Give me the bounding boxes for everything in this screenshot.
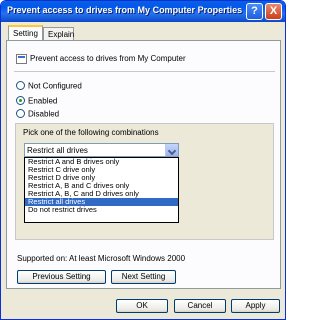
tab-explain-label: Explain bbox=[48, 30, 75, 39]
tab-setting-label: Setting bbox=[13, 29, 38, 38]
policy-icon bbox=[16, 54, 27, 64]
combinations-dropdown-list: Restrict A and B drives only Restrict C … bbox=[24, 157, 179, 223]
radio-enabled[interactable]: Enabled bbox=[16, 96, 58, 106]
chevron-down-icon[interactable] bbox=[165, 144, 178, 156]
dropdown-option[interactable]: Do not restrict drives bbox=[25, 206, 178, 214]
ok-button[interactable]: OK bbox=[116, 299, 168, 313]
window-title: Prevent access to drives from My Compute… bbox=[7, 5, 243, 15]
radio-not-configured[interactable]: Not Configured bbox=[16, 81, 82, 91]
cancel-button[interactable]: Cancel bbox=[174, 299, 226, 313]
tab-setting[interactable]: Setting bbox=[8, 25, 43, 40]
combinations-label: Pick one of the following combinations bbox=[23, 128, 159, 137]
radio-button[interactable] bbox=[16, 81, 25, 91]
combinations-value: Restrict all drives bbox=[27, 146, 88, 155]
apply-button[interactable]: Apply bbox=[231, 299, 280, 313]
divider bbox=[14, 71, 275, 72]
previous-setting-button[interactable]: Previous Setting bbox=[17, 270, 106, 284]
next-setting-button[interactable]: Next Setting bbox=[111, 270, 176, 284]
combinations-select[interactable]: Restrict all drives bbox=[24, 143, 179, 157]
radio-label: Enabled bbox=[28, 96, 58, 106]
supported-on-value: At least Microsoft Windows 2000 bbox=[69, 254, 186, 263]
help-button[interactable]: ? bbox=[246, 3, 263, 20]
tab-explain[interactable]: Explain bbox=[43, 27, 74, 40]
radio-disabled[interactable]: Disabled bbox=[16, 109, 60, 119]
close-button[interactable]: X bbox=[265, 3, 282, 20]
radio-button[interactable] bbox=[16, 96, 25, 106]
title-bar[interactable]: Prevent access to drives from My Compute… bbox=[1, 1, 285, 22]
policy-name: Prevent access to drives from My Compute… bbox=[30, 54, 186, 63]
radio-label: Disabled bbox=[28, 109, 60, 119]
radio-button[interactable] bbox=[16, 109, 25, 119]
radio-label: Not Configured bbox=[28, 81, 82, 91]
properties-dialog: Prevent access to drives from My Compute… bbox=[0, 0, 286, 320]
supported-on-label: Supported on: bbox=[17, 254, 68, 263]
